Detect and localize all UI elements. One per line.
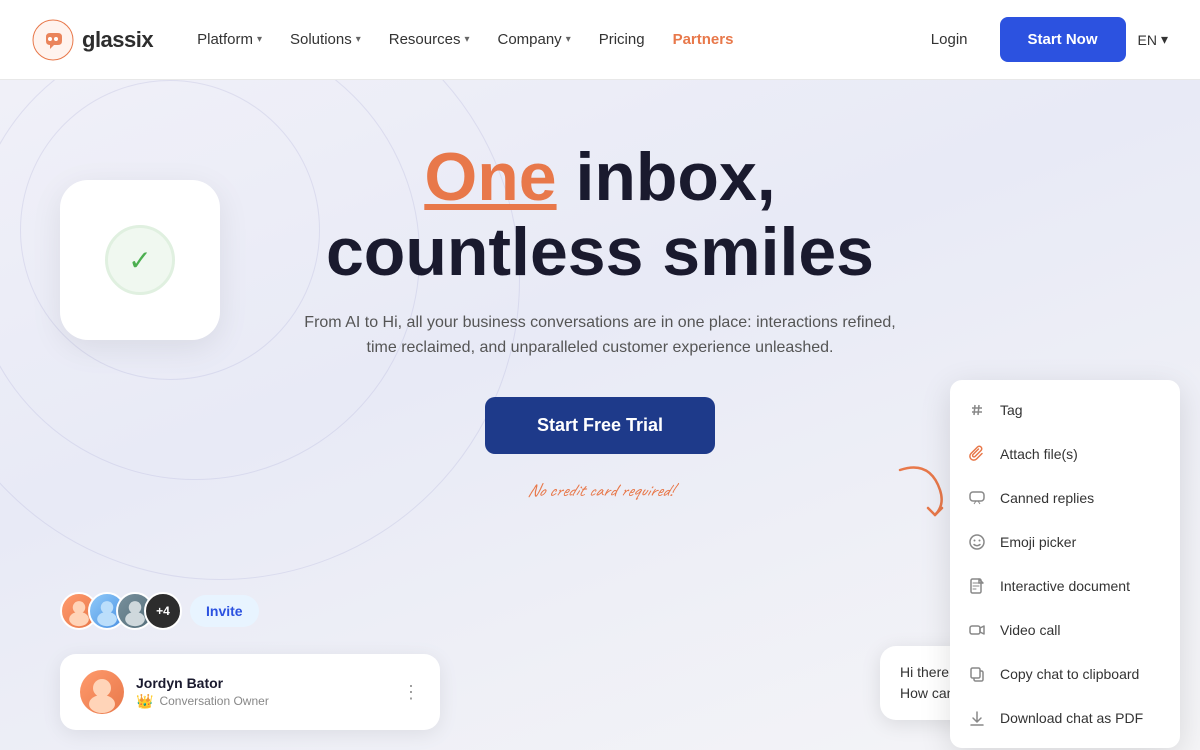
hero-title-line2: countless smiles [326, 214, 874, 290]
hero-subtitle: From AI to Hi, all your business convers… [300, 310, 900, 361]
avatar-stack: +4 [60, 592, 182, 630]
language-selector[interactable]: EN ▾ [1138, 31, 1168, 48]
nav-partners[interactable]: Partners [661, 23, 746, 56]
speech-icon [966, 487, 988, 509]
conversation-owner-name: Jordyn Bator [136, 675, 390, 691]
avatars-row: +4 Invite [60, 592, 259, 630]
more-options-button[interactable]: ⋮ [402, 682, 420, 703]
crown-icon: 👑 [136, 693, 153, 710]
nav-platform[interactable]: Platform ▾ [185, 23, 274, 56]
logo-icon [32, 19, 74, 61]
chevron-down-icon: ▾ [566, 34, 571, 45]
menu-document-label: Interactive document [1000, 578, 1130, 594]
menu-canned-label: Canned replies [1000, 490, 1094, 506]
logo-text: glassix [82, 27, 153, 53]
smile-icon [966, 531, 988, 553]
nav-solutions[interactable]: Solutions ▾ [278, 23, 373, 56]
nav-company[interactable]: Company ▾ [485, 23, 582, 56]
menu-item-document[interactable]: Interactive document [950, 564, 1180, 608]
download-icon [966, 707, 988, 729]
start-now-button[interactable]: Start Now [1000, 17, 1126, 62]
chevron-down-icon: ▾ [356, 34, 361, 45]
menu-download-label: Download chat as PDF [1000, 710, 1143, 726]
invite-button[interactable]: Invite [190, 595, 259, 627]
dropdown-menu: Tag Attach file(s) Canned replies Emoji … [950, 380, 1180, 748]
conversation-card: Jordyn Bator 👑 Conversation Owner ⋮ [60, 654, 440, 730]
conversation-owner-label: Conversation Owner [159, 694, 268, 708]
menu-attach-label: Attach file(s) [1000, 446, 1078, 462]
chevron-down-icon: ▾ [464, 34, 469, 45]
menu-item-attach[interactable]: Attach file(s) [950, 432, 1180, 476]
hero-title-rest: inbox, [557, 139, 776, 215]
hero-content: One inbox, countless smiles From AI to H… [300, 140, 900, 502]
chat-card-inner: ✓ [105, 225, 175, 295]
menu-item-copy[interactable]: Copy chat to clipboard [950, 652, 1180, 696]
nav-links: Platform ▾ Solutions ▾ Resources ▾ Compa… [185, 23, 903, 56]
paperclip-icon [966, 443, 988, 465]
no-credit-card-label: No credit card required! [527, 480, 672, 502]
nav-pricing[interactable]: Pricing [587, 23, 657, 56]
doc-icon [966, 575, 988, 597]
hero-title-highlight: One [424, 139, 556, 215]
menu-tag-label: Tag [1000, 402, 1023, 418]
navbar: glassix Platform ▾ Solutions ▾ Resources… [0, 0, 1200, 80]
login-button[interactable]: Login [911, 21, 988, 58]
conversation-owner-row: 👑 Conversation Owner [136, 693, 390, 710]
hero-title: One inbox, countless smiles [300, 140, 900, 290]
chevron-down-icon: ▾ [1161, 31, 1168, 48]
nav-right: Login Start Now EN ▾ [911, 17, 1168, 62]
start-free-trial-button[interactable]: Start Free Trial [485, 397, 715, 454]
menu-item-canned[interactable]: Canned replies [950, 476, 1180, 520]
hero-section: ✓ One inbox, countless smiles From AI to… [0, 80, 1200, 750]
menu-item-emoji[interactable]: Emoji picker [950, 520, 1180, 564]
checkmark-icon: ✓ [128, 244, 151, 277]
menu-item-download[interactable]: Download chat as PDF [950, 696, 1180, 740]
menu-item-video[interactable]: Video call [950, 608, 1180, 652]
conversation-avatar [80, 670, 124, 714]
chevron-down-icon: ▾ [257, 34, 262, 45]
copy-icon [966, 663, 988, 685]
logo[interactable]: glassix [32, 19, 153, 61]
video-icon [966, 619, 988, 641]
avatar-count: +4 [144, 592, 182, 630]
menu-copy-label: Copy chat to clipboard [1000, 666, 1139, 682]
menu-emoji-label: Emoji picker [1000, 534, 1076, 550]
conversation-info: Jordyn Bator 👑 Conversation Owner [136, 675, 390, 710]
menu-video-label: Video call [1000, 622, 1060, 638]
menu-item-tag[interactable]: Tag [950, 388, 1180, 432]
hash-icon [966, 399, 988, 421]
chat-card: ✓ [60, 180, 220, 340]
nav-resources[interactable]: Resources ▾ [377, 23, 482, 56]
